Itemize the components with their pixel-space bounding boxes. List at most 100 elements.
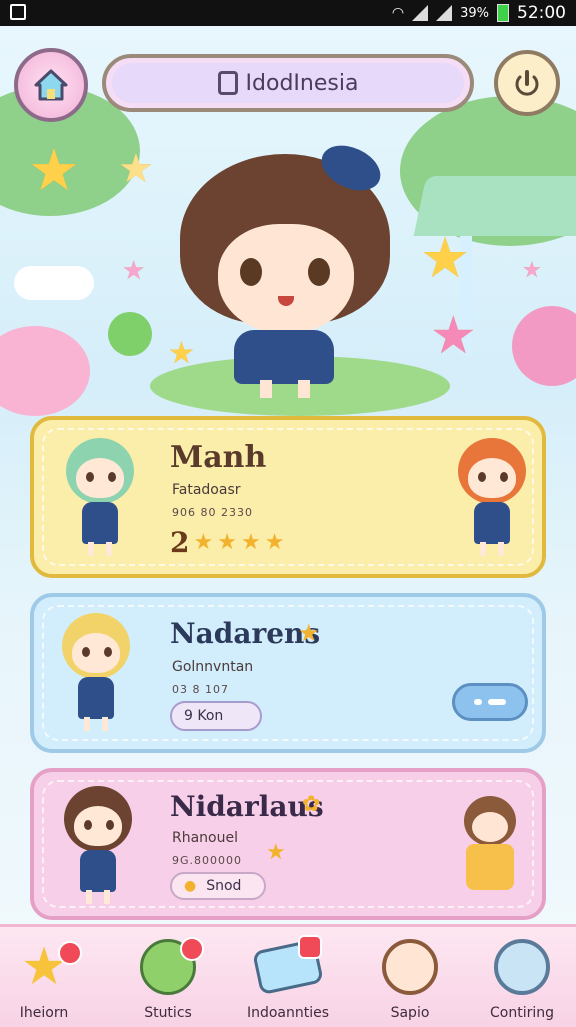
card-subtitle: Rhanouel	[172, 830, 238, 846]
signal-icon	[412, 5, 429, 21]
nav-label: Iheiorn	[19, 1005, 69, 1021]
card-name: Nidarlaus	[170, 790, 324, 823]
star-decoration: ★	[522, 258, 542, 283]
battery-percent: 39%	[460, 5, 489, 21]
page-title: IdodInesia	[245, 70, 359, 96]
nav-label: Stutics	[144, 1005, 192, 1021]
star-decoration: ★	[420, 226, 471, 291]
settings-button[interactable]	[494, 50, 560, 116]
status-bar: ◠ 39% 52:00	[0, 0, 576, 26]
avatar-face	[76, 458, 124, 498]
avatar-legs	[88, 542, 112, 556]
nav-label: Indoannties	[246, 1005, 330, 1021]
notification-badge	[58, 941, 82, 965]
star-icon: ★	[193, 530, 214, 555]
card-subtitle: Golnnvntan	[172, 659, 254, 675]
notification-icon	[10, 4, 26, 20]
hero-face	[218, 224, 354, 334]
card-avatar	[48, 607, 144, 737]
clock: 52:00	[517, 3, 566, 23]
character-card[interactable]: Nadarens ★ Golnnvntan 03 8 107 9 Kon	[30, 593, 546, 753]
status-right: ◠ 39% 52:00	[392, 3, 566, 23]
rating-number: 2	[170, 526, 190, 559]
avatar-legs	[84, 717, 108, 731]
options-button[interactable]	[452, 683, 528, 721]
tag-label: 9 Kon	[184, 708, 224, 724]
spark-icon: ✿	[302, 792, 321, 817]
dash-icon	[474, 699, 482, 705]
tag-label: Snod	[206, 878, 242, 894]
card-code: 9G.800000	[172, 854, 243, 867]
avatar-outfit	[80, 850, 116, 892]
small-tree	[108, 312, 152, 356]
dash-icon	[488, 699, 506, 705]
badge-icon	[217, 71, 238, 95]
card-code: 906 80 2330	[172, 506, 253, 519]
avatar-legs	[86, 890, 110, 904]
home-button[interactable]	[14, 48, 88, 122]
star-icon: ★	[217, 530, 237, 555]
avatar-eye	[86, 472, 94, 482]
nav-item-inventory[interactable]: Indoannties	[238, 935, 338, 1025]
character-card[interactable]: Nidarlaus ✿ Rhanouel 9G.800000 ★ ● Snod	[30, 768, 546, 920]
avatar-eye	[500, 472, 508, 482]
hero-eye-left	[240, 258, 262, 286]
pink-tree-right	[512, 306, 576, 386]
house-icon	[34, 69, 68, 101]
avatar-eye	[104, 647, 112, 657]
hero-dress	[234, 330, 334, 384]
avatar	[382, 939, 438, 995]
wifi-icon: ◠	[391, 5, 405, 21]
hero-character[interactable]	[170, 134, 400, 404]
star-icon: ★	[240, 530, 261, 555]
nav-item-stats[interactable]: Stutics	[118, 935, 218, 1025]
nav-item-settings[interactable]: Contiring	[472, 935, 572, 1025]
card-companion-avatar	[460, 796, 520, 896]
tag-icon: ●	[184, 878, 197, 894]
star-decoration: ★	[122, 256, 146, 286]
gear-icon	[494, 939, 550, 995]
avatar-outfit	[82, 502, 118, 544]
signal-icon-2	[436, 5, 453, 21]
cloud	[14, 266, 94, 300]
avatar-legs	[480, 542, 504, 556]
hero-legs	[260, 380, 310, 398]
nav-item-home[interactable]: ★ Iheiorn	[0, 935, 94, 1025]
card-avatar	[50, 780, 146, 910]
avatar-eye	[108, 472, 116, 482]
star-decoration: ★	[28, 136, 80, 204]
top-header: IdodInesia	[0, 38, 576, 128]
avatar-face	[72, 633, 120, 673]
card-code: 03 8 107	[172, 683, 229, 696]
toggle-icon	[515, 70, 539, 96]
battery-icon	[497, 4, 509, 22]
card-companion-avatar	[444, 432, 540, 562]
character-card[interactable]: Manh Fatadoasr 906 80 2330 2 ★ ★ ★ ★	[30, 416, 546, 578]
avatar-eye	[82, 647, 90, 657]
bottom-navigation: ★ Iheiorn Stutics Indoannties Sapio Cont…	[0, 924, 576, 1027]
card-avatar	[52, 432, 148, 562]
notification-badge	[298, 935, 322, 959]
pink-bush-left	[0, 326, 90, 416]
avatar-outfit	[78, 677, 114, 719]
avatar-face	[472, 812, 508, 842]
star-icon: ★	[264, 530, 285, 555]
card-name: Manh	[170, 440, 267, 475]
avatar-eye	[106, 820, 114, 830]
title-bar: IdodInesia	[102, 54, 474, 112]
star-icon: ★	[298, 619, 320, 647]
avatar-outfit	[474, 502, 510, 544]
tag-pill[interactable]: ● Snod	[170, 872, 266, 900]
star-decoration: ★	[430, 306, 477, 366]
star-icon: ★	[266, 840, 286, 865]
nav-label: Sapio	[390, 1005, 430, 1021]
avatar-eye	[84, 820, 92, 830]
avatar-face	[74, 806, 122, 846]
tag-pill[interactable]: 9 Kon	[170, 701, 262, 731]
avatar-eye	[478, 472, 486, 482]
card-subtitle: Fatadoasr	[172, 482, 241, 498]
avatar-gift-box	[466, 844, 514, 890]
nav-item-profile[interactable]: Sapio	[360, 935, 460, 1025]
rating-row: 2 ★ ★ ★ ★	[170, 526, 284, 559]
hero-eye-right	[308, 258, 330, 286]
